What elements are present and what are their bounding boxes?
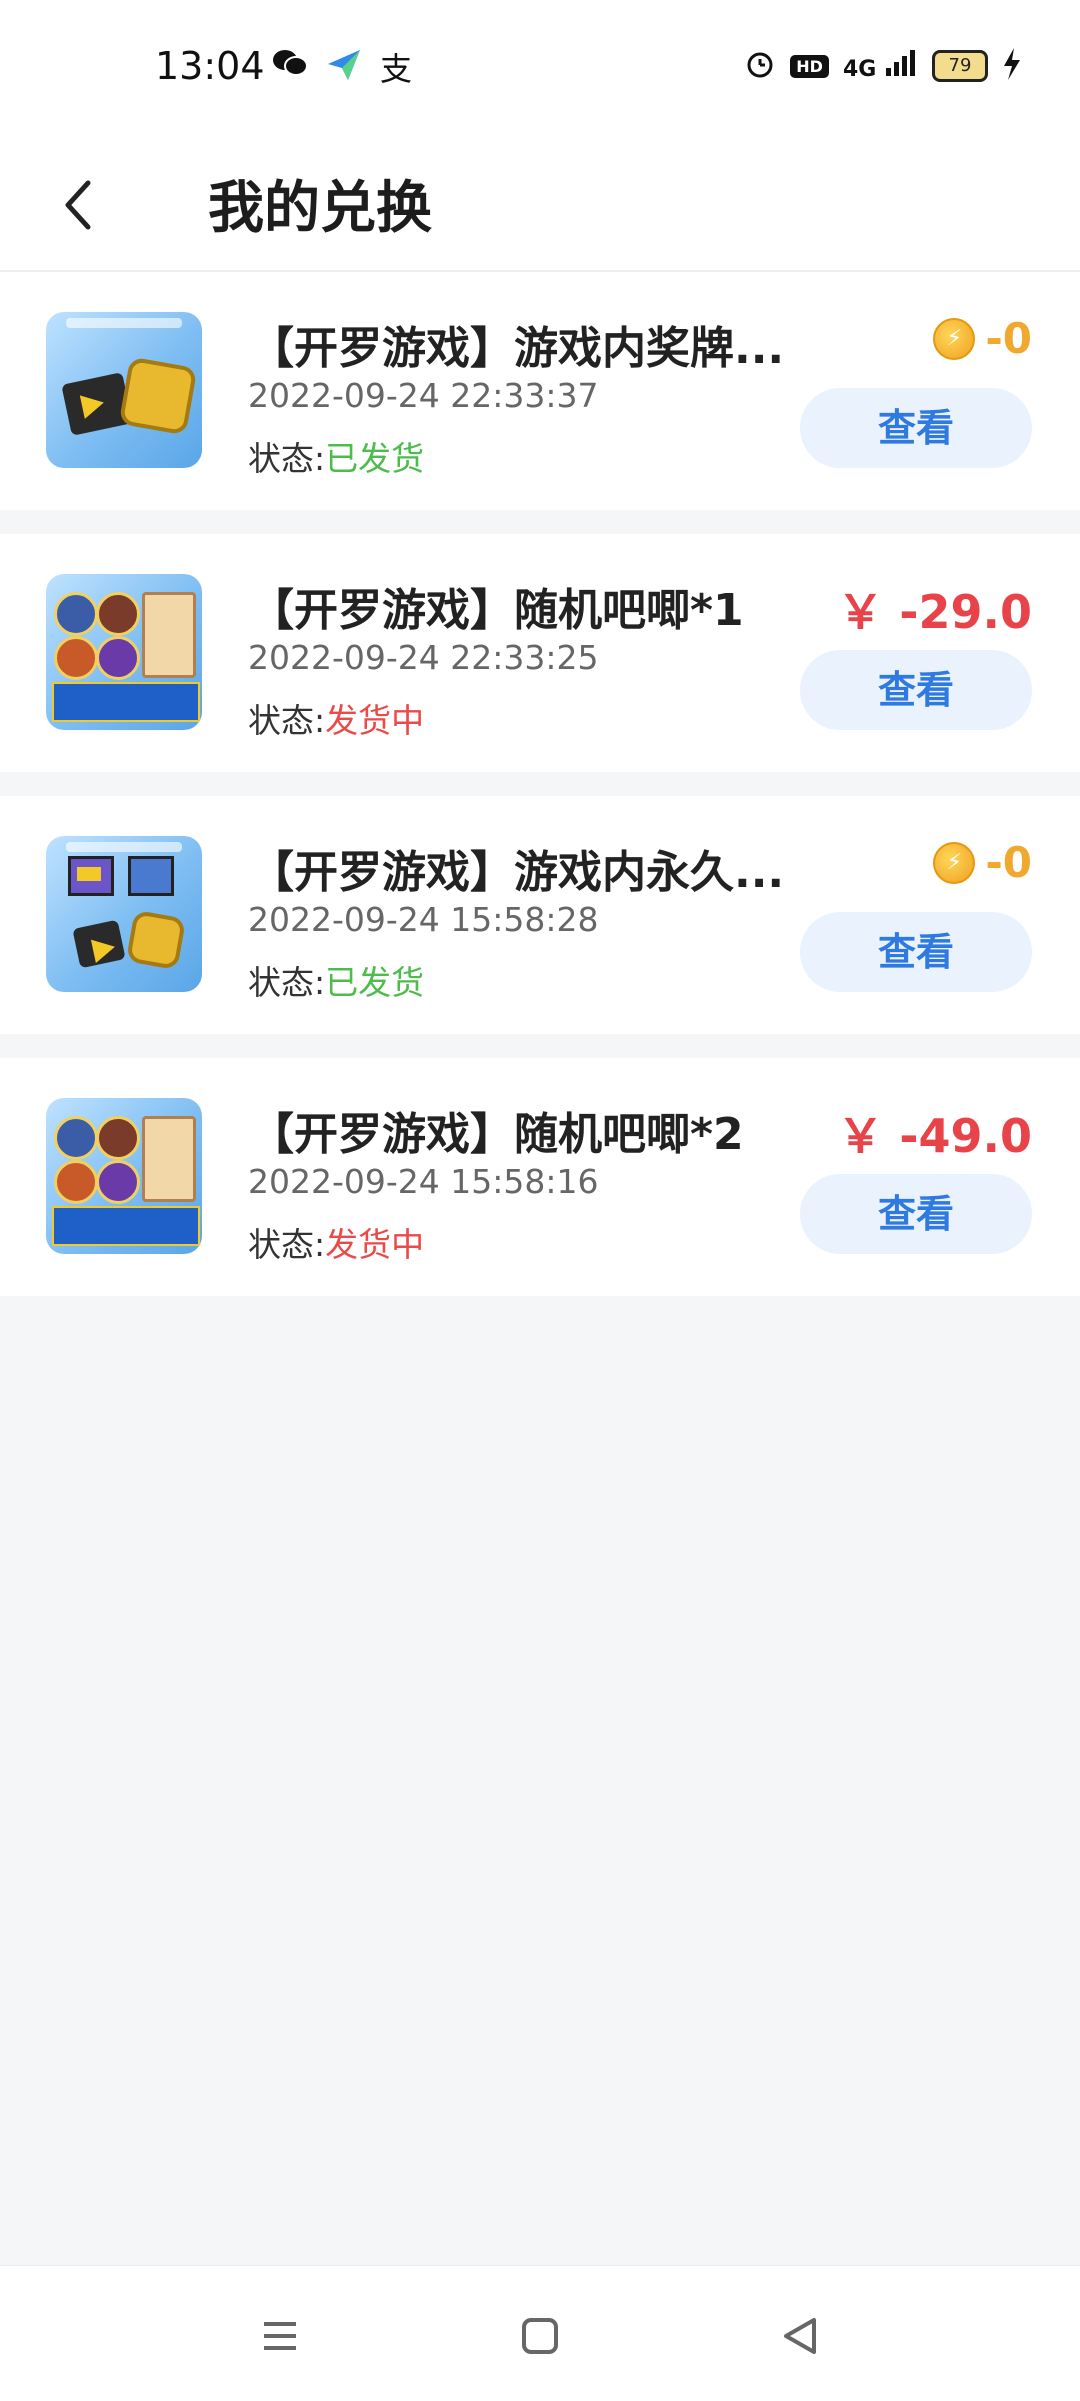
- item-time: 2022-09-24 22:33:37: [248, 376, 599, 415]
- product-thumbnail: [46, 312, 202, 468]
- page-header: 我的兑换: [0, 135, 1080, 272]
- chevron-left-icon: [65, 180, 91, 230]
- item-price: ￥ -29.0: [837, 585, 1032, 639]
- product-thumbnail: [46, 836, 202, 992]
- status-bar: 13:04 支 HD 4G 79: [0, 0, 1080, 135]
- list-item[interactable]: 【开罗游戏】随机吧唧*2 2022-09-24 15:58:16 状态:发货中 …: [0, 1058, 1080, 1296]
- status-value: 已发货: [325, 439, 425, 478]
- list-item[interactable]: 【开罗游戏】游戏内永久... 2022-09-24 15:58:28 状态:已发…: [0, 796, 1080, 1034]
- back-button[interactable]: [60, 165, 140, 245]
- page-title: 我的兑换: [208, 176, 432, 241]
- charging-icon: [1002, 48, 1022, 84]
- list-item[interactable]: 【开罗游戏】游戏内奖牌... 2022-09-24 22:33:37 状态:已发…: [0, 272, 1080, 510]
- item-status: 状态:发货中: [248, 694, 424, 742]
- item-time: 2022-09-24 15:58:28: [248, 900, 599, 939]
- item-status: 状态:已发货: [248, 956, 424, 1004]
- menu-icon[interactable]: [250, 2306, 310, 2366]
- status-label: 状态:: [248, 701, 326, 740]
- product-thumbnail: [46, 574, 202, 730]
- item-time: 2022-09-24 22:33:25: [248, 638, 599, 677]
- battery-indicator: 79: [932, 50, 988, 82]
- signal-icon: 4G: [843, 50, 918, 82]
- item-title: 【开罗游戏】游戏内永久...: [250, 847, 785, 898]
- item-price: ￥ -49.0: [837, 1109, 1032, 1163]
- wechat-icon: [272, 48, 308, 86]
- item-price: ⚡ -0: [933, 314, 1032, 363]
- item-price: ⚡ -0: [933, 838, 1032, 887]
- price-value: -0: [985, 838, 1032, 887]
- status-label: 状态:: [248, 963, 326, 1002]
- alarm-icon: [744, 48, 776, 84]
- network-type: 4G: [842, 57, 877, 82]
- status-label: 状态:: [248, 439, 326, 478]
- item-title: 【开罗游戏】游戏内奖牌...: [250, 323, 785, 374]
- price-value: -0: [985, 314, 1032, 363]
- view-button[interactable]: 查看: [800, 650, 1032, 730]
- item-title: 【开罗游戏】随机吧唧*1: [250, 585, 744, 636]
- hd-badge: HD: [790, 54, 829, 78]
- status-value: 发货中: [325, 1225, 425, 1264]
- list-item[interactable]: 【开罗游戏】随机吧唧*1 2022-09-24 22:33:25 状态:发货中 …: [0, 534, 1080, 772]
- item-status: 状态:已发货: [248, 432, 424, 480]
- exchange-list: 【开罗游戏】游戏内奖牌... 2022-09-24 22:33:37 状态:已发…: [0, 272, 1080, 1320]
- coin-icon: ⚡: [933, 841, 976, 884]
- home-icon[interactable]: [510, 2306, 570, 2366]
- status-label: 状态:: [248, 1225, 326, 1264]
- status-value: 已发货: [325, 963, 425, 1002]
- paper-plane-icon: [326, 48, 362, 90]
- status-right-group: HD 4G 79: [744, 48, 1022, 84]
- coin-icon: ⚡: [933, 317, 976, 360]
- item-title: 【开罗游戏】随机吧唧*2: [250, 1109, 744, 1160]
- view-button[interactable]: 查看: [800, 388, 1032, 468]
- view-button[interactable]: 查看: [800, 1174, 1032, 1254]
- status-time: 13:04: [155, 44, 265, 88]
- view-button[interactable]: 查看: [800, 912, 1032, 992]
- system-nav-bar: [0, 2265, 1080, 2401]
- back-triangle-icon[interactable]: [770, 2306, 830, 2366]
- status-value: 发货中: [325, 701, 425, 740]
- item-time: 2022-09-24 15:58:16: [248, 1162, 599, 1201]
- product-thumbnail: [46, 1098, 202, 1254]
- item-status: 状态:发货中: [248, 1218, 424, 1266]
- alipay-icon: 支: [380, 50, 413, 88]
